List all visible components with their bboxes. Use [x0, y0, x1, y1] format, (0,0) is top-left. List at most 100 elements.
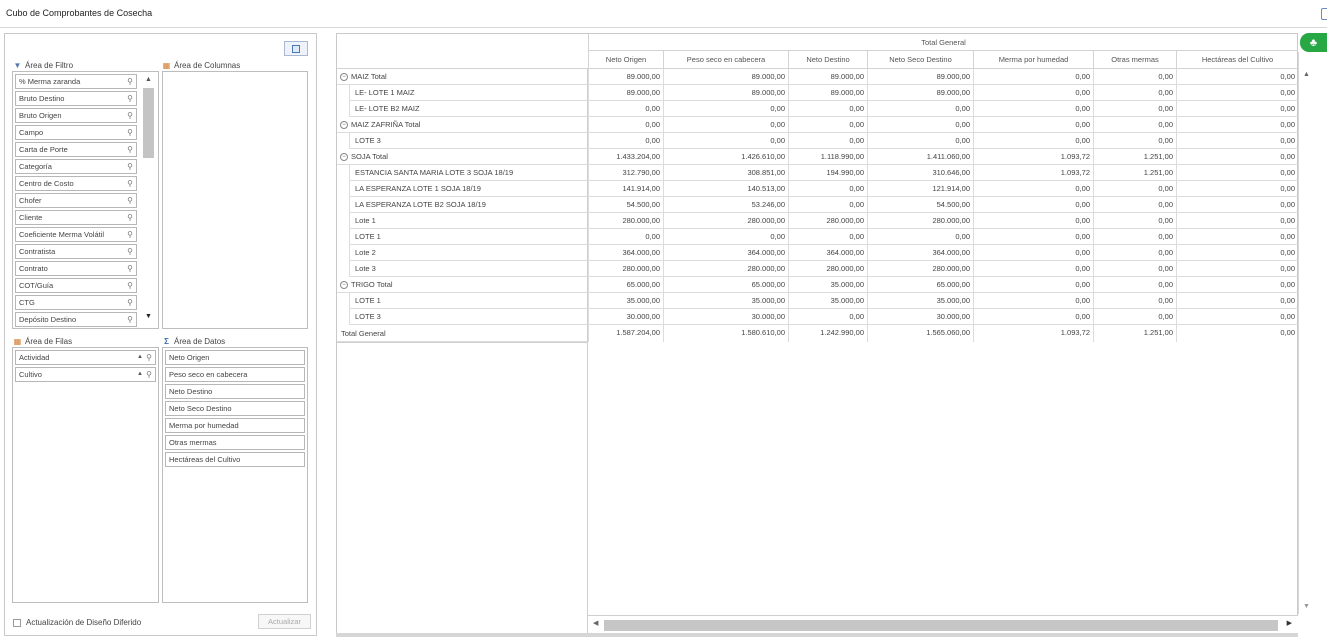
data-cell[interactable]: 0,00 — [788, 229, 867, 245]
horizontal-scrollbar[interactable]: ◀ ▶ — [588, 615, 1298, 633]
column-header[interactable]: Merma por humedad — [973, 51, 1093, 69]
data-cell[interactable]: 1.251,00 — [1093, 325, 1176, 342]
data-cell[interactable]: 1.093,72 — [973, 325, 1093, 342]
group-row-header[interactable]: − SOJA Total — [337, 149, 588, 165]
data-cell[interactable]: 1.242.990,00 — [788, 325, 867, 342]
data-cell[interactable]: 0,00 — [973, 277, 1093, 293]
data-cell[interactable]: 0,00 — [663, 133, 788, 149]
sort-asc-icon[interactable]: ▲ — [137, 368, 143, 381]
data-cell[interactable]: 0,00 — [1093, 181, 1176, 197]
data-field[interactable]: Neto Origen — [165, 350, 305, 365]
filter-field[interactable]: Coeficiente Merma Volátil ⚲ — [15, 227, 137, 242]
data-cell[interactable]: 280.000,00 — [663, 261, 788, 277]
filter-field[interactable]: COT/Guía ⚲ — [15, 278, 137, 293]
data-cell[interactable]: 0,00 — [1093, 85, 1176, 101]
data-cell[interactable]: 35.000,00 — [663, 293, 788, 309]
data-cell[interactable]: 65.000,00 — [588, 277, 663, 293]
data-cell[interactable]: 0,00 — [788, 101, 867, 117]
filter-scroll-thumb[interactable] — [143, 88, 154, 158]
column-header[interactable]: Otras mermas — [1093, 51, 1176, 69]
data-cell[interactable]: 0,00 — [973, 181, 1093, 197]
data-cell[interactable]: 0,00 — [1093, 277, 1176, 293]
collapse-icon[interactable]: − — [340, 120, 348, 129]
data-cell[interactable]: 0,00 — [663, 229, 788, 245]
data-cell[interactable]: 0,00 — [1176, 293, 1298, 309]
data-cell[interactable]: 0,00 — [1093, 213, 1176, 229]
data-cell[interactable]: 0,00 — [973, 85, 1093, 101]
data-cell[interactable]: 0,00 — [1176, 101, 1298, 117]
data-cell[interactable]: 89.000,00 — [867, 69, 973, 85]
data-cell[interactable]: 0,00 — [1176, 69, 1298, 85]
data-cell[interactable]: 1.093,72 — [973, 165, 1093, 181]
data-cell[interactable]: 308.851,00 — [663, 165, 788, 181]
data-cell[interactable]: 0,00 — [973, 117, 1093, 133]
column-header[interactable]: Peso seco en cabecera — [663, 51, 788, 69]
filter-field[interactable]: Bruto Destino ⚲ — [15, 91, 137, 106]
data-cell[interactable]: 0,00 — [973, 309, 1093, 325]
collapse-icon[interactable]: − — [340, 280, 348, 289]
data-cell[interactable]: 0,00 — [1093, 69, 1176, 85]
data-cell[interactable]: 0,00 — [973, 133, 1093, 149]
data-cell[interactable]: 0,00 — [788, 181, 867, 197]
data-cell[interactable]: 0,00 — [973, 293, 1093, 309]
data-cell[interactable]: 0,00 — [588, 117, 663, 133]
data-cell[interactable]: 89.000,00 — [663, 69, 788, 85]
filter-field[interactable]: Contrato ⚲ — [15, 261, 137, 276]
maximize-icon[interactable] — [1321, 8, 1327, 20]
filter-pin-icon[interactable]: ⚲ — [127, 177, 133, 190]
filter-pin-icon[interactable]: ⚲ — [127, 109, 133, 122]
data-cell[interactable]: 0,00 — [1176, 149, 1298, 165]
data-cell[interactable]: 0,00 — [663, 101, 788, 117]
data-cell[interactable]: 0,00 — [588, 229, 663, 245]
data-cell[interactable]: 0,00 — [1093, 197, 1176, 213]
filter-pin-icon[interactable]: ⚲ — [127, 75, 133, 88]
data-cell[interactable]: 0,00 — [1176, 213, 1298, 229]
update-button[interactable]: Actualizar — [258, 614, 311, 629]
group-row-header[interactable]: − MAIZ ZAFRIÑA Total — [337, 117, 588, 133]
data-cell[interactable]: 0,00 — [1176, 309, 1298, 325]
data-cell[interactable]: 121.914,00 — [867, 181, 973, 197]
user-icon[interactable]: ♣ — [1300, 33, 1327, 52]
data-cell[interactable]: 65.000,00 — [867, 277, 973, 293]
data-cell[interactable]: 1.411.060,00 — [867, 149, 973, 165]
data-cell[interactable]: 0,00 — [1176, 325, 1298, 342]
data-cell[interactable]: 89.000,00 — [867, 85, 973, 101]
data-cell[interactable]: 0,00 — [788, 133, 867, 149]
data-cell[interactable]: 364.000,00 — [588, 245, 663, 261]
data-cell[interactable]: 141.914,00 — [588, 181, 663, 197]
data-field[interactable]: Neto Seco Destino — [165, 401, 305, 416]
data-cell[interactable]: 364.000,00 — [788, 245, 867, 261]
data-cell[interactable]: 0,00 — [1176, 85, 1298, 101]
data-cell[interactable]: 1.093,72 — [973, 149, 1093, 165]
data-cell[interactable]: 65.000,00 — [663, 277, 788, 293]
filter-field[interactable]: Centro de Costo ⚲ — [15, 176, 137, 191]
data-cell[interactable]: 280.000,00 — [788, 213, 867, 229]
data-cell[interactable]: 89.000,00 — [588, 69, 663, 85]
column-header[interactable]: Neto Destino — [788, 51, 867, 69]
data-cell[interactable]: 0,00 — [867, 229, 973, 245]
data-field[interactable]: Otras mermas — [165, 435, 305, 450]
data-cell[interactable]: 0,00 — [1176, 165, 1298, 181]
data-cell[interactable]: 1.251,00 — [1093, 149, 1176, 165]
data-cell[interactable]: 0,00 — [867, 117, 973, 133]
data-cell[interactable]: 280.000,00 — [588, 261, 663, 277]
data-cell[interactable]: 89.000,00 — [788, 69, 867, 85]
data-cell[interactable]: 1.426.610,00 — [663, 149, 788, 165]
filter-pin-icon[interactable]: ⚲ — [127, 296, 133, 309]
data-cell[interactable]: 0,00 — [1176, 261, 1298, 277]
data-cell[interactable]: 0,00 — [867, 133, 973, 149]
column-header[interactable]: Neto Origen — [588, 51, 663, 69]
data-cell[interactable]: 0,00 — [1093, 309, 1176, 325]
data-cell[interactable]: 312.790,00 — [588, 165, 663, 181]
filter-pin-icon[interactable]: ⚲ — [127, 245, 133, 258]
data-cell[interactable]: 30.000,00 — [588, 309, 663, 325]
column-header[interactable]: Hectáreas del Cultivo — [1176, 51, 1298, 69]
filter-pin-icon[interactable]: ⚲ — [127, 143, 133, 156]
data-cell[interactable]: 194.990,00 — [788, 165, 867, 181]
scroll-up-icon[interactable]: ▲ — [1303, 71, 1310, 78]
data-cell[interactable]: 30.000,00 — [663, 309, 788, 325]
data-cell[interactable]: 0,00 — [788, 309, 867, 325]
filter-pin-icon[interactable]: ⚲ — [127, 313, 133, 326]
filter-pin-icon[interactable]: ⚲ — [127, 92, 133, 105]
group-row-header[interactable]: − TRIGO Total — [337, 277, 588, 293]
